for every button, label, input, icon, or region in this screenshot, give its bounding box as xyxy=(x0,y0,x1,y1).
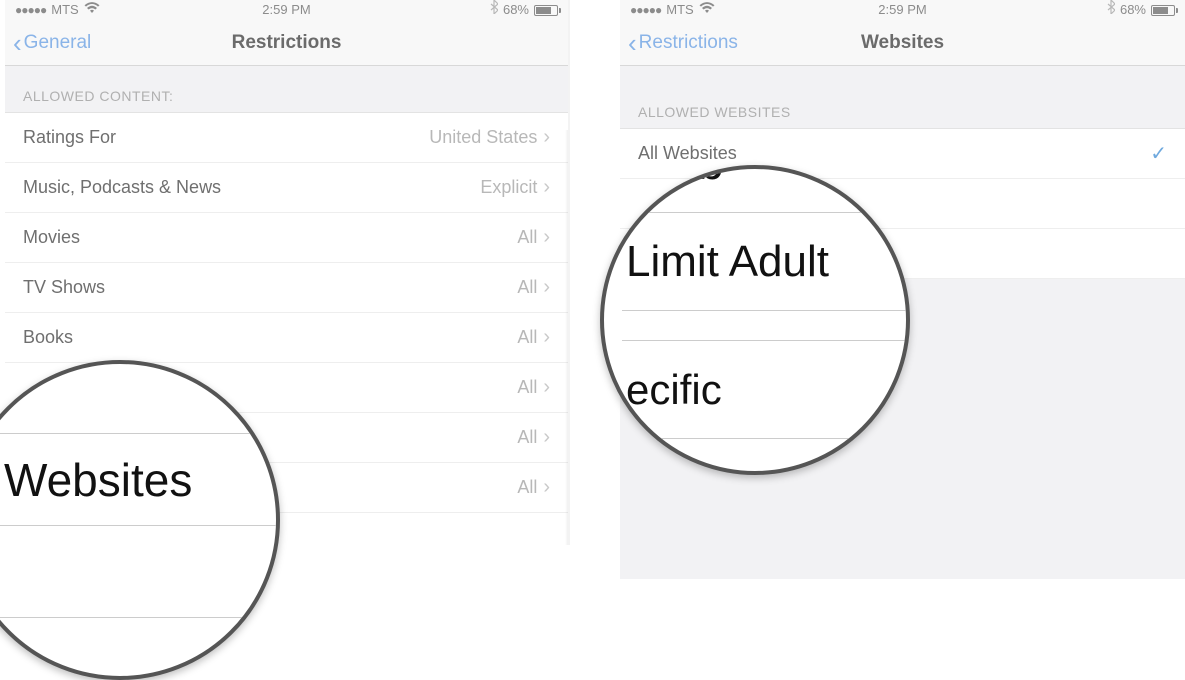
page-title: Restrictions xyxy=(232,32,342,54)
battery-pct: 68% xyxy=(1120,0,1146,20)
row-value: All xyxy=(517,227,537,248)
row-label: Movies xyxy=(23,227,80,248)
row-books[interactable]: Books All › xyxy=(5,313,568,363)
nav-bar: ‹ General Restrictions xyxy=(5,20,568,66)
chevron-right-icon: › xyxy=(543,326,550,349)
magnifier-text-main: Limit Adult xyxy=(622,213,910,311)
row-music[interactable]: Music, Podcasts & News Explicit › xyxy=(5,163,568,213)
signal-dots-icon: ●●●●● xyxy=(630,0,661,20)
scroll-shadow xyxy=(565,130,568,545)
back-button[interactable]: ‹ Restrictions xyxy=(620,30,738,56)
back-label: Restrictions xyxy=(639,32,738,54)
chevron-right-icon: › xyxy=(543,376,550,399)
chevron-right-icon: › xyxy=(543,176,550,199)
chevron-right-icon: › xyxy=(543,126,550,149)
battery-pct: 68% xyxy=(503,0,529,20)
status-bar: ●●●●● MTS 2:59 PM 68% xyxy=(5,0,568,20)
carrier-label: MTS xyxy=(51,0,78,20)
carrier-label: MTS xyxy=(666,0,693,20)
row-label: All Websites xyxy=(638,143,737,164)
signal-dots-icon: ●●●●● xyxy=(15,0,46,20)
row-value: Explicit xyxy=(480,177,537,198)
magnifier-text: Websites xyxy=(0,434,280,526)
row-value: All xyxy=(517,477,537,498)
row-label: Music, Podcasts & News xyxy=(23,177,221,198)
row-value: United States xyxy=(429,127,537,148)
chevron-left-icon: ‹ xyxy=(628,30,637,56)
row-movies[interactable]: Movies All › xyxy=(5,213,568,263)
group-header: ALLOWED WEBSITES xyxy=(620,66,1185,128)
chevron-right-icon: › xyxy=(543,476,550,499)
row-label: Books xyxy=(23,327,73,348)
page-title: Websites xyxy=(861,32,944,54)
check-icon: ✓ xyxy=(1150,141,1167,166)
bluetooth-icon xyxy=(1107,0,1115,20)
magnifier-text-top: Web xyxy=(622,165,910,213)
wifi-icon xyxy=(84,0,100,20)
clock: 2:59 PM xyxy=(262,0,310,20)
chevron-right-icon: › xyxy=(543,226,550,249)
nav-bar: ‹ Restrictions Websites xyxy=(620,20,1185,66)
row-value: All xyxy=(517,427,537,448)
row-value: All xyxy=(517,377,537,398)
battery-icon xyxy=(534,5,558,16)
status-bar: ●●●●● MTS 2:59 PM 68% xyxy=(620,0,1185,20)
row-label: Ratings For xyxy=(23,127,116,148)
chevron-right-icon: › xyxy=(543,276,550,299)
row-label: TV Shows xyxy=(23,277,105,298)
battery-icon xyxy=(1151,5,1175,16)
bluetooth-icon xyxy=(490,0,498,20)
magnifier-text-bottom: ecific xyxy=(622,341,910,439)
row-value: All xyxy=(517,327,537,348)
magnifier-left: Websites xyxy=(0,360,280,680)
chevron-right-icon: › xyxy=(543,426,550,449)
row-value: All xyxy=(517,277,537,298)
back-label: General xyxy=(24,32,92,54)
magnifier-right: Web Limit Adult ecific xyxy=(600,165,910,475)
group-header: ALLOWED CONTENT: xyxy=(5,66,568,112)
clock: 2:59 PM xyxy=(878,0,926,20)
wifi-icon xyxy=(699,0,715,20)
back-button[interactable]: ‹ General xyxy=(5,30,91,56)
row-tvshows[interactable]: TV Shows All › xyxy=(5,263,568,313)
row-ratings-for[interactable]: Ratings For United States › xyxy=(5,113,568,163)
chevron-left-icon: ‹ xyxy=(13,30,22,56)
